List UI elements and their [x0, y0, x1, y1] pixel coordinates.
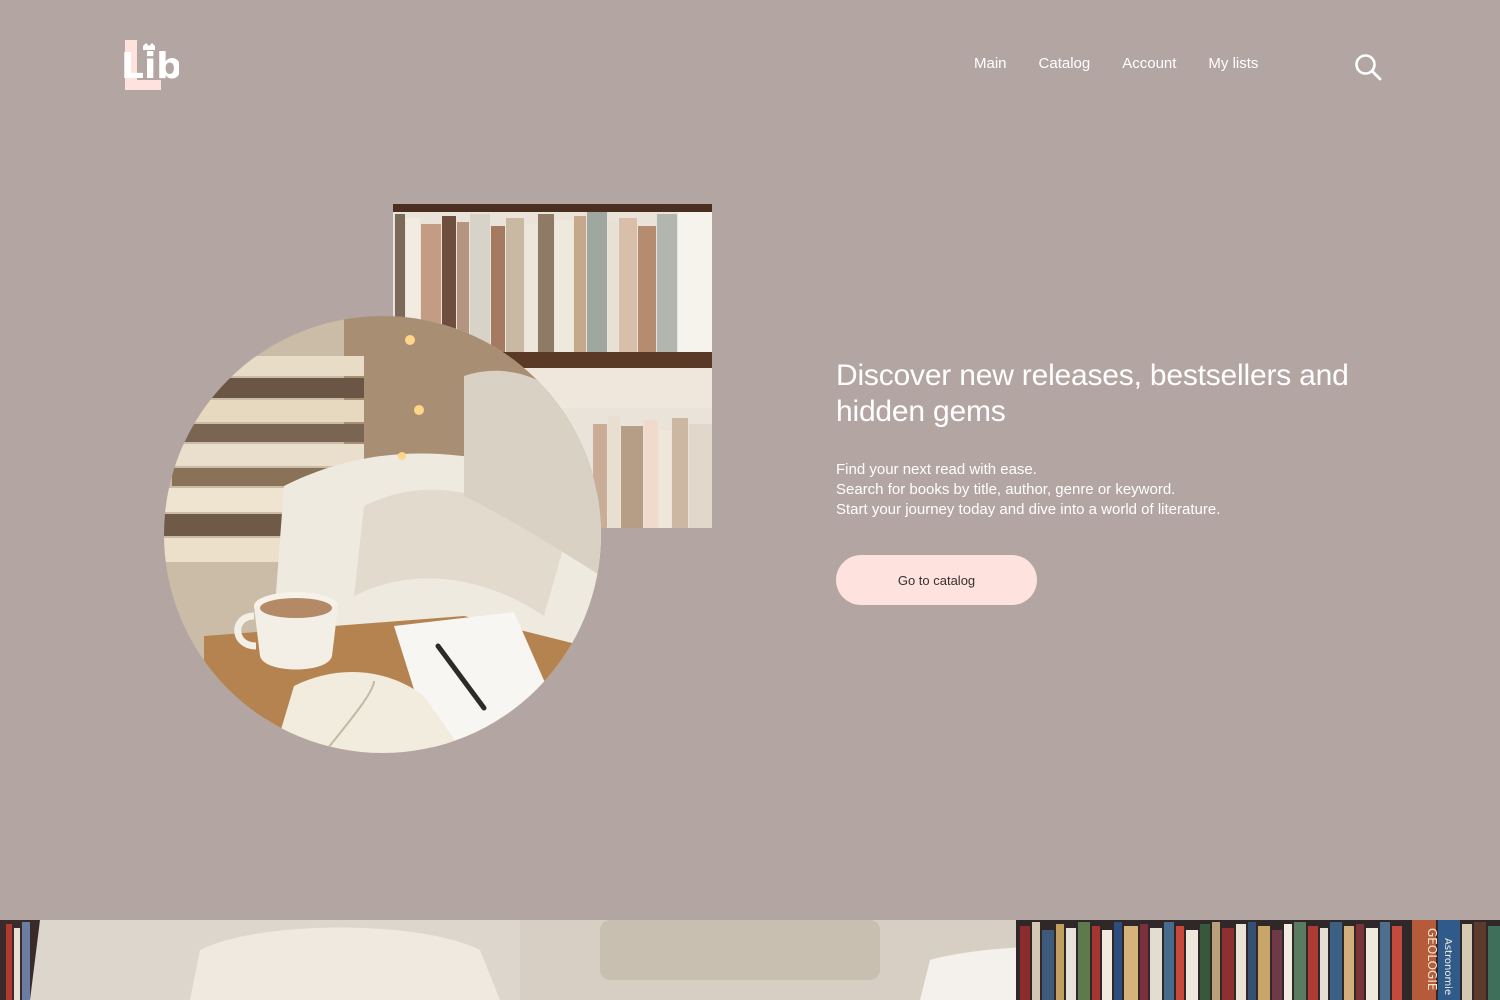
hero-description: Find your next read with ease. Search fo… — [836, 460, 1356, 520]
page: Lib Main Catalog Account My lists Discov… — [0, 0, 1500, 1000]
hero-line: Search for books by title, author, genre… — [836, 481, 1176, 498]
search-button[interactable] — [1353, 52, 1383, 82]
search-icon — [1355, 54, 1382, 81]
hero-illustration — [160, 200, 720, 760]
spine-astronomie: Astronomie — [1442, 938, 1453, 995]
hero-copy: Discover new releases, bestsellers and h… — [836, 358, 1356, 520]
logo-wordmark: Lib — [121, 46, 179, 87]
hero-line: Start your journey today and dive into a… — [836, 501, 1221, 518]
nav-catalog[interactable]: Catalog — [1039, 54, 1091, 74]
site-header: Lib Main Catalog Account My lists — [0, 0, 1500, 130]
hero-line: Find your next read with ease. — [836, 461, 1037, 478]
main-nav: Main Catalog Account My lists — [974, 54, 1258, 74]
hero-title: Discover new releases, bestsellers and h… — [836, 359, 1349, 428]
nav-main[interactable]: Main — [974, 54, 1007, 74]
go-to-catalog-button[interactable]: Go to catalog — [836, 555, 1037, 605]
logo[interactable]: Lib — [121, 38, 179, 92]
nav-my-lists[interactable]: My lists — [1208, 54, 1258, 74]
spine-geologie: GEOLOGIE — [1425, 928, 1439, 990]
nav-account[interactable]: Account — [1122, 54, 1176, 74]
reading-nook-image — [164, 316, 601, 753]
bottom-banner-image: GEOLOGIE Astronomie — [0, 920, 1500, 1000]
